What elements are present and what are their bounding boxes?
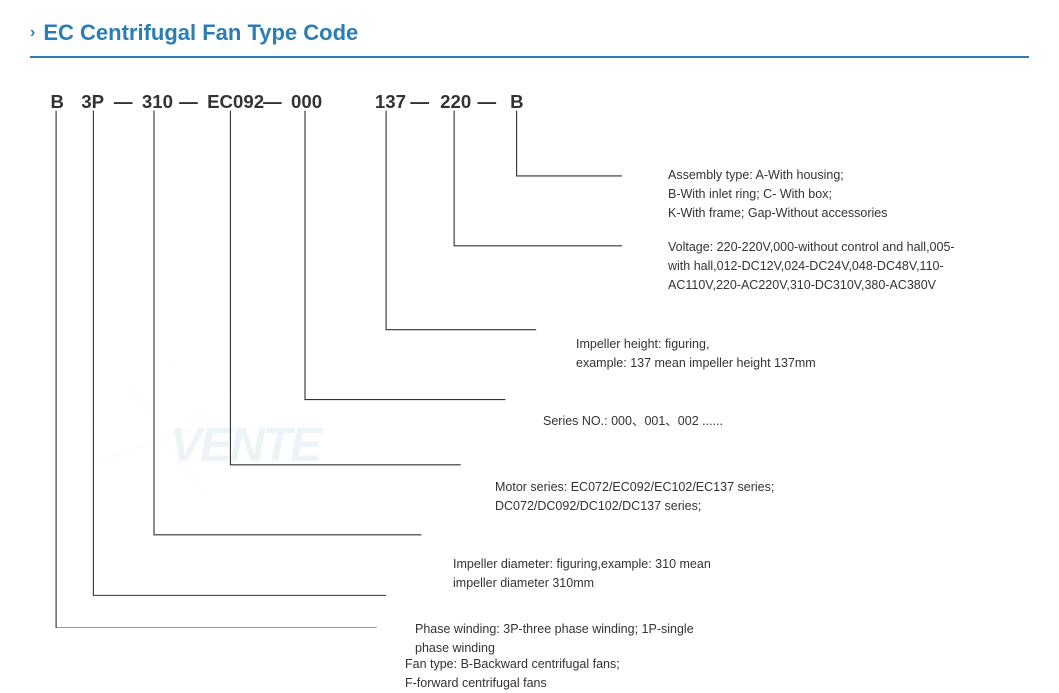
desc-impeller-height: Impeller height: figuring,example: 137 m… bbox=[576, 335, 816, 373]
page-title: EC Centrifugal Fan Type Code bbox=[43, 20, 358, 46]
series-text: 000、001、002 ...... bbox=[608, 414, 723, 428]
phase-label: Phase winding: bbox=[415, 622, 500, 636]
svg-text:137: 137 bbox=[375, 91, 406, 112]
page-container: › EC Centrifugal Fan Type Code B 3P — 31… bbox=[0, 0, 1059, 668]
svg-text:EC092: EC092 bbox=[207, 91, 264, 112]
impeller-diameter-label: Impeller diameter: bbox=[453, 557, 553, 571]
svg-text:000: 000 bbox=[291, 91, 322, 112]
svg-text:—: — bbox=[477, 91, 496, 112]
desc-phase: Phase winding: 3P-three phase winding; 1… bbox=[415, 620, 694, 658]
assembly-label: Assembly type: bbox=[668, 168, 753, 182]
desc-series: Series NO.: 000、001、002 ...... bbox=[543, 412, 723, 431]
desc-impeller-diameter: Impeller diameter: figuring,example: 310… bbox=[453, 555, 711, 593]
desc-motor: Motor series: EC072/EC092/EC102/EC137 se… bbox=[495, 478, 774, 516]
motor-label: Motor series: bbox=[495, 480, 567, 494]
svg-text:220: 220 bbox=[440, 91, 471, 112]
watermark-text: VENTE bbox=[170, 418, 320, 473]
voltage-label: Voltage: bbox=[668, 240, 713, 254]
svg-text:—: — bbox=[114, 91, 133, 112]
title-divider bbox=[30, 56, 1029, 58]
svg-text:B: B bbox=[51, 91, 64, 112]
desc-fan-type: Fan type: B-Backward centrifugal fans;F-… bbox=[405, 655, 620, 693]
impeller-height-label: Impeller height: bbox=[576, 337, 661, 351]
svg-text:—: — bbox=[410, 91, 429, 112]
title-section: › EC Centrifugal Fan Type Code bbox=[30, 20, 1029, 46]
title-chevron: › bbox=[30, 24, 35, 42]
diagram-area: B 3P — 310 — EC092 — 000 137 — 220 — bbox=[30, 78, 1029, 628]
svg-text:—: — bbox=[179, 91, 198, 112]
svg-text:310: 310 bbox=[142, 91, 173, 112]
svg-text:—: — bbox=[263, 91, 282, 112]
desc-assembly: Assembly type: A-With housing;B-With inl… bbox=[668, 166, 888, 222]
svg-text:3P: 3P bbox=[81, 91, 104, 112]
svg-text:B: B bbox=[510, 91, 523, 112]
fan-type-label: Fan type: bbox=[405, 657, 457, 671]
desc-voltage: Voltage: 220-220V,000-without control an… bbox=[668, 238, 955, 294]
diagram-svg: B 3P — 310 — EC092 — 000 137 — 220 — bbox=[30, 78, 1029, 628]
series-label: Series NO.: bbox=[543, 414, 608, 428]
